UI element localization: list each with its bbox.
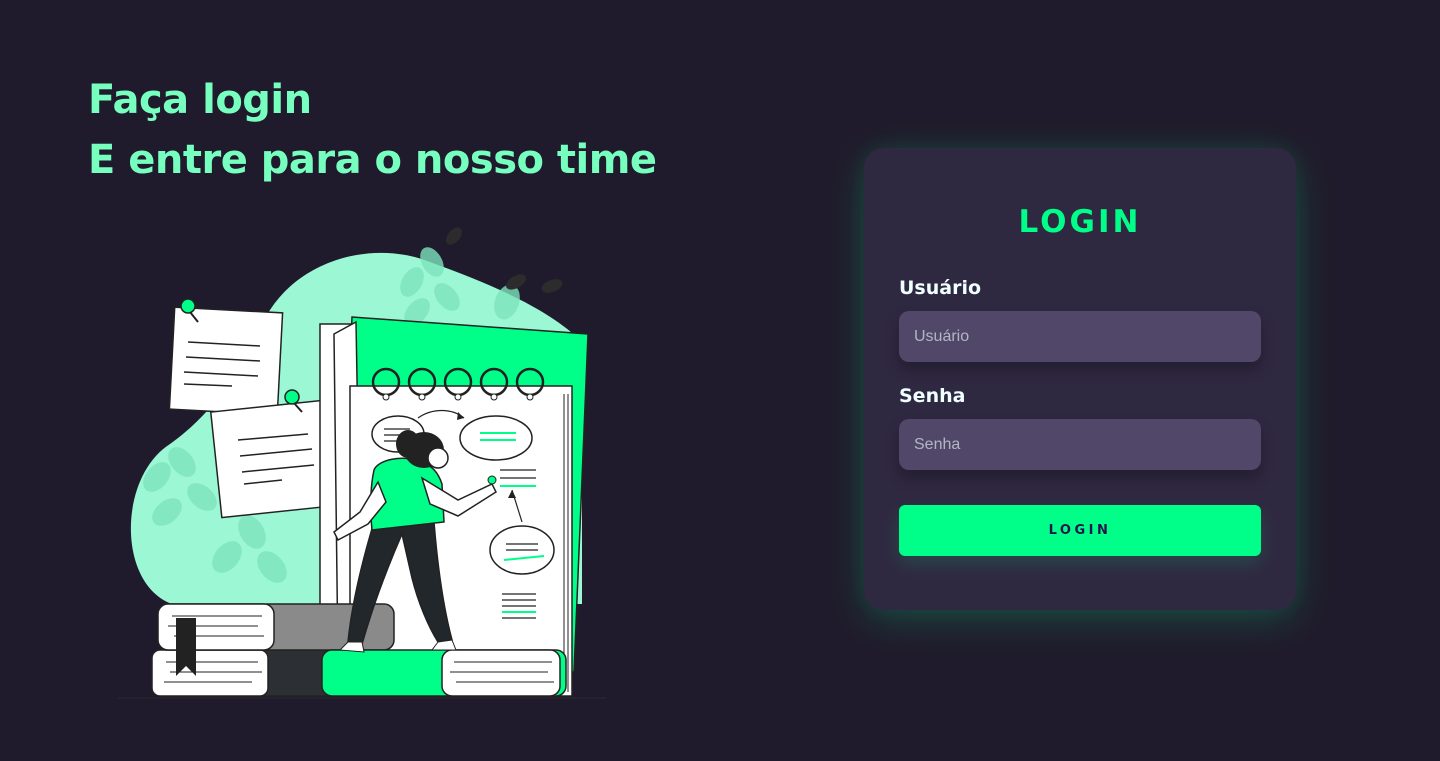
username-label: Usuário	[899, 277, 982, 299]
woman-writing-on-notepad-illustration	[118, 227, 606, 699]
password-label: Senha	[899, 385, 966, 407]
login-button[interactable]: LOGIN	[899, 505, 1261, 556]
headline-line-1: Faça login	[88, 77, 312, 123]
password-input[interactable]	[899, 419, 1261, 470]
login-title: LOGIN	[1018, 204, 1142, 240]
login-card: LOGIN Usuário Senha LOGIN	[864, 148, 1296, 610]
username-input[interactable]	[899, 311, 1261, 362]
headline-line-2: E entre para o nosso time	[88, 137, 657, 183]
login-page: Faça login E entre para o nosso time LOG…	[0, 0, 1440, 761]
page-headline: Faça login E entre para o nosso time	[88, 70, 657, 190]
